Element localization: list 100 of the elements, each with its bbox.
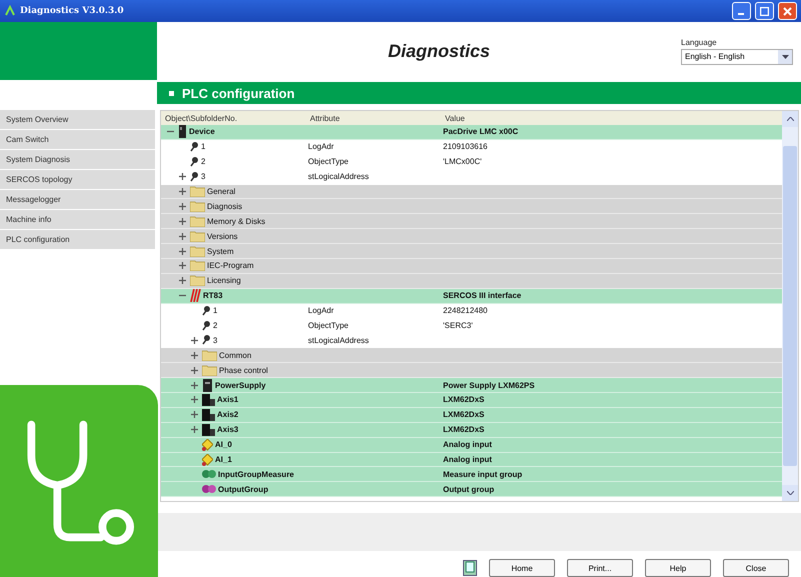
pin-icon — [202, 320, 211, 331]
value-cell: 'LMCx00C' — [443, 157, 482, 166]
object-name: Diagnosis — [207, 202, 242, 211]
tree-row[interactable]: RT83 SERCOS III interface — [161, 288, 782, 304]
column-header[interactable]: Attribute — [306, 114, 441, 122]
expand-icon[interactable] — [191, 396, 198, 404]
object-name: Axis3 — [217, 425, 238, 434]
scroll-down-icon[interactable] — [786, 491, 794, 495]
sidebar-item[interactable]: PLC configuration — [0, 230, 155, 249]
tree-row[interactable]: Axis3 LXM62DxS — [161, 422, 782, 438]
value-cell: Power Supply LXM62PS — [443, 380, 535, 390]
sidebar-item[interactable]: Cam Switch — [0, 130, 155, 149]
tree-row[interactable]: Common — [161, 348, 782, 364]
expand-icon[interactable] — [191, 382, 198, 389]
minimize-button[interactable] — [732, 2, 751, 20]
expand-icon[interactable] — [191, 366, 198, 374]
column-header[interactable]: Value — [441, 114, 782, 122]
tree-row[interactable]: Axis2 LXM62DxS — [161, 408, 782, 423]
expand-icon[interactable] — [179, 173, 186, 180]
value-cell: 2109103616 — [443, 142, 488, 152]
expand-icon[interactable] — [191, 426, 198, 434]
tree-row[interactable]: 3 stLogicalAddress — [161, 333, 782, 348]
column-header[interactable]: Object\SubfolderNo. — [161, 114, 306, 122]
sidebar-item[interactable]: Machine info — [0, 210, 155, 229]
sidebar-item[interactable]: Messagelogger — [0, 190, 155, 209]
attribute-cell: stLogicalAddress — [308, 172, 369, 182]
sidebar-item[interactable]: SERCOS topology — [0, 170, 155, 189]
sidebar-item[interactable]: System Diagnosis — [0, 150, 155, 169]
attribute-cell: ObjectType — [308, 321, 348, 330]
expand-icon[interactable] — [179, 232, 186, 240]
object-name: AI_0 — [215, 440, 232, 450]
attribute-cell: LogAdr — [308, 142, 334, 152]
tree-row[interactable]: Licensing — [161, 274, 782, 289]
maximize-button[interactable] — [755, 2, 774, 20]
object-name: Versions — [207, 232, 238, 241]
attribute-cell: LogAdr — [308, 306, 334, 316]
object-name: IEC-Program — [207, 261, 254, 270]
language-dropdown[interactable]: English - English — [681, 48, 793, 64]
value-cell: Output group — [443, 484, 494, 494]
device-icon — [178, 125, 187, 138]
object-name: AI_1 — [215, 455, 232, 464]
expand-icon[interactable] — [179, 188, 186, 195]
report-button[interactable] — [463, 560, 477, 576]
expand-icon[interactable] — [179, 277, 186, 284]
group-icon — [202, 483, 216, 496]
attribute-cell: ObjectType — [308, 157, 348, 166]
tree-row[interactable]: PowerSupply Power Supply LXM62PS — [161, 378, 782, 394]
object-name: Phase control — [219, 366, 268, 375]
group-icon — [202, 468, 216, 480]
object-name: General — [207, 187, 236, 196]
expand-icon[interactable] — [179, 202, 186, 210]
expand-icon[interactable] — [179, 248, 186, 255]
tree-row[interactable]: InputGroupMeasure Measure input group — [161, 467, 782, 482]
dialog-button[interactable]: Print... — [567, 559, 633, 577]
tree-row[interactable]: Memory & Disks — [161, 214, 782, 230]
expand-icon[interactable] — [191, 411, 198, 418]
expand-icon[interactable] — [179, 262, 186, 270]
window-title: Diagnostics V3.0.3.0 — [20, 6, 125, 16]
value-cell: 2248212480 — [443, 306, 488, 316]
expand-icon[interactable] — [191, 352, 198, 359]
scroll-thumb[interactable] — [783, 146, 797, 466]
tree-row[interactable]: IEC-Program — [161, 259, 782, 274]
pin-icon — [202, 335, 211, 346]
object-name: 1 — [201, 142, 206, 152]
pin-icon — [190, 156, 199, 167]
dropdown-arrow-icon — [782, 54, 788, 58]
object-name: InputGroupMeasure — [218, 470, 294, 479]
maximize-icon — [760, 6, 769, 16]
tree-row[interactable]: Diagnosis — [161, 199, 782, 214]
close-button[interactable] — [778, 2, 797, 20]
object-name: Axis1 — [217, 395, 238, 404]
tree-row[interactable]: AI_0 Analog input — [161, 438, 782, 453]
object-name: Device — [189, 127, 215, 136]
tree-row[interactable]: General — [161, 184, 782, 200]
tree-row[interactable]: AI_1 Analog input — [161, 452, 782, 468]
object-name: Memory & Disks — [207, 216, 266, 226]
value-cell: 'SERC3' — [443, 321, 473, 330]
object-name: Common — [219, 350, 252, 360]
value-cell: Analog input — [443, 455, 492, 464]
close-icon — [783, 6, 792, 16]
sidebar-item[interactable]: System Overview — [0, 110, 155, 129]
object-name: 1 — [213, 306, 218, 316]
tree-row[interactable]: OutputGroup Output group — [161, 482, 782, 498]
tree-row[interactable]: Axis1 LXM62DxS — [161, 393, 782, 408]
tree-row[interactable]: System — [161, 244, 782, 260]
tree-row[interactable]: Versions — [161, 229, 782, 244]
bars-icon — [190, 289, 201, 302]
tree-row[interactable]: Phase control — [161, 363, 782, 378]
scrollbar[interactable] — [782, 111, 798, 501]
object-name: System — [207, 246, 234, 256]
tree-row[interactable]: Device PacDrive LMC x00C — [161, 125, 782, 140]
dialog-button[interactable]: Home — [489, 559, 555, 577]
dialog-button[interactable]: Close — [723, 559, 789, 577]
object-name: Axis2 — [217, 410, 238, 420]
expand-icon[interactable] — [191, 336, 198, 344]
scroll-up-icon[interactable] — [786, 117, 794, 121]
dialog-button[interactable]: Help — [645, 559, 711, 577]
object-name: PowerSupply — [215, 380, 266, 390]
value-cell: SERCOS III interface — [443, 291, 522, 300]
expand-icon[interactable] — [179, 218, 186, 225]
